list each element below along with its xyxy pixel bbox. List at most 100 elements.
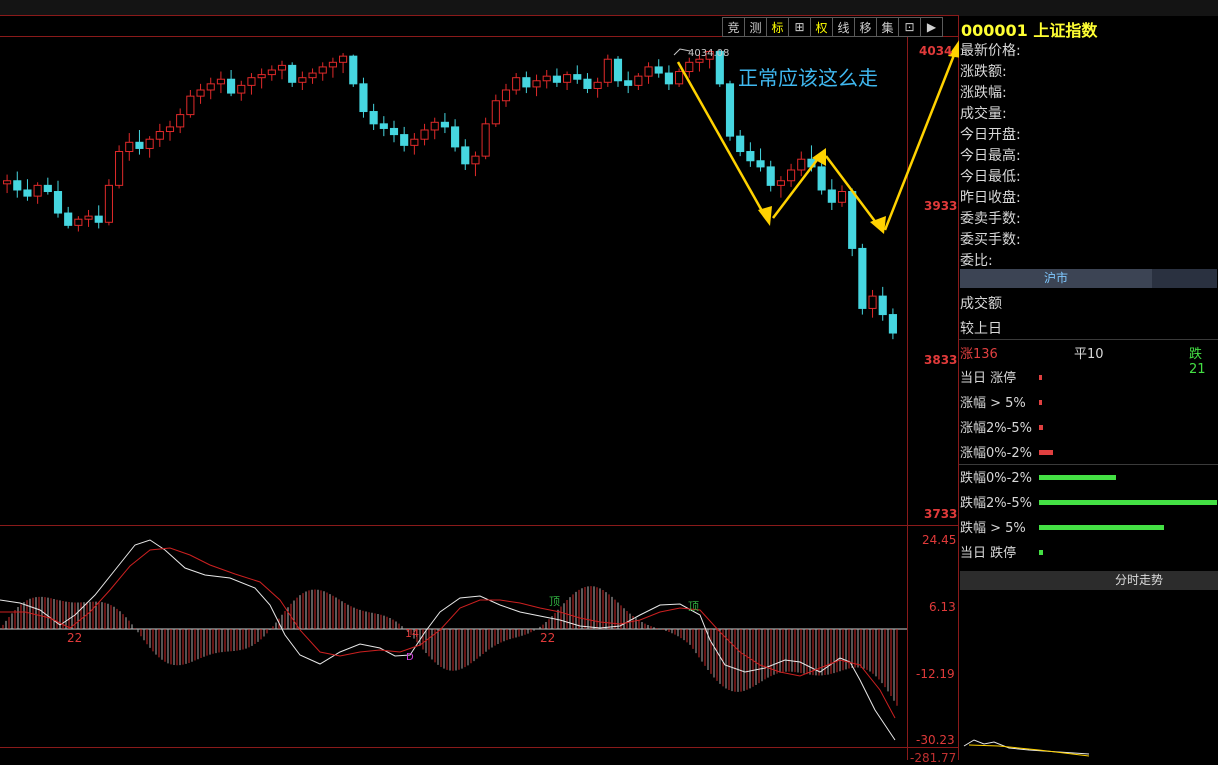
candle-body — [776, 180, 785, 186]
candle-body — [165, 126, 175, 133]
toolbar-button[interactable]: ⊞ — [788, 17, 811, 37]
candle-body — [257, 74, 266, 79]
mini-trend-chart — [963, 739, 1090, 757]
distribution-label: 跌幅2%-5% — [960, 496, 1032, 511]
quote-field-label: 委比: — [960, 253, 993, 269]
candle-body — [318, 66, 327, 74]
candlestick-series — [3, 50, 897, 340]
candle-body — [176, 114, 185, 128]
toolbar-button[interactable]: 标 — [766, 17, 789, 37]
high-price-label: 4034.08 — [688, 48, 730, 59]
candle-body — [827, 189, 836, 203]
candle-body — [369, 111, 378, 125]
candle-body — [736, 135, 745, 153]
candle-body — [328, 61, 337, 68]
candle-body — [725, 83, 735, 137]
distribution-label: 涨幅 > 5% — [960, 396, 1026, 411]
market-tab-bar[interactable]: 沪市 — [960, 269, 1217, 288]
candle-body — [267, 69, 276, 76]
candle-body — [868, 295, 877, 309]
candle-body — [135, 141, 144, 149]
quote-field-label: 成交量: — [960, 106, 1007, 122]
quote-field-label: 涨跌幅: — [960, 85, 1007, 101]
candle-body — [654, 66, 663, 74]
flat-count: 平10 — [1074, 347, 1104, 362]
candle-body — [491, 100, 500, 125]
indicator-axis-label: -30.23 — [916, 733, 955, 747]
chart-toolbar: 竞测标 ⊞ 权线移集 ⊡ ▶ — [722, 17, 943, 37]
turnover-label: 成交额 — [960, 296, 1002, 312]
candle-body — [410, 138, 419, 146]
candle-body — [593, 81, 602, 89]
quote-field-label: 委买手数: — [960, 232, 1021, 248]
kline-chart: 22 14 22 D 顶 顶 — [0, 15, 959, 760]
quote-field-label: 今日最低: — [960, 169, 1021, 185]
toolbar-button[interactable]: 集 — [876, 17, 899, 37]
candle-body — [552, 75, 561, 83]
candle-body — [695, 58, 704, 63]
candle-body — [216, 78, 225, 85]
candle-body — [277, 64, 287, 71]
quote-field-label: 最新价格: — [960, 43, 1021, 59]
toolbar-button[interactable]: 权 — [810, 17, 833, 37]
price-axis-label: 4034 — [919, 44, 953, 58]
toolbar-button[interactable]: 测 — [744, 17, 767, 37]
stock-name: 上证指数 — [1033, 21, 1098, 40]
candle-body — [817, 166, 826, 191]
up-count: 涨136 — [960, 347, 998, 362]
candle-body — [104, 184, 113, 223]
indicator-axis-label: -281.77 — [910, 751, 957, 765]
candle-body — [756, 160, 765, 168]
candle-body — [53, 191, 63, 214]
candle-body — [858, 247, 867, 309]
candle-body — [247, 77, 256, 86]
indicator-axis-label: 24.45 — [922, 533, 957, 547]
candle-body — [186, 95, 195, 116]
candle-body — [746, 151, 755, 162]
candle-body — [13, 180, 22, 191]
distribution-label: 当日 跌停 — [960, 546, 1017, 561]
toolbar-button[interactable]: ⊡ — [898, 17, 921, 37]
macd-marker: 顶 — [688, 600, 699, 613]
distribution-label: 跌幅0%-2% — [960, 471, 1032, 486]
candle-body — [501, 89, 511, 102]
candle-body — [359, 83, 368, 113]
annotation-text: 正常应该这么走 — [738, 66, 878, 90]
distribution-bar — [1039, 450, 1053, 455]
candle-body — [888, 314, 897, 334]
toolbar-button[interactable]: 线 — [832, 17, 855, 37]
distribution-label: 涨幅0%-2% — [960, 446, 1032, 461]
distribution-bar — [1039, 400, 1042, 405]
stock-title[interactable]: 000001 上证指数 — [961, 17, 1097, 41]
candle-body — [644, 66, 653, 77]
candle-body — [440, 121, 449, 128]
quote-field-label: 昨日收盘: — [960, 190, 1021, 206]
quote-field-label: 涨跌额: — [960, 64, 1007, 80]
macd-marker: 22 — [540, 631, 555, 645]
candle-body — [155, 131, 164, 140]
candle-body — [94, 215, 103, 223]
indicator-axis-label: -12.19 — [916, 667, 955, 681]
candle-body — [64, 212, 73, 226]
price-axis-label: 3933 — [924, 199, 958, 213]
candle-body — [237, 84, 246, 94]
price-axis-label: 3733 — [924, 507, 958, 521]
market-tab[interactable]: 沪市 — [960, 269, 1152, 288]
distribution-bar — [1039, 475, 1116, 480]
indicator-axis-label: 6.13 — [929, 600, 956, 614]
price-axis-label: 3833 — [924, 353, 958, 367]
macd-histogram — [2, 586, 898, 706]
toolbar-button[interactable]: 移 — [854, 17, 877, 37]
toolbar-button[interactable]: ▶ — [920, 17, 943, 37]
stock-code: 000001 — [961, 21, 1028, 40]
candle-body — [573, 74, 582, 80]
candle-body — [613, 58, 623, 82]
macd-marker: 顶 — [549, 595, 560, 608]
candle-body — [33, 184, 42, 197]
candle-body — [23, 189, 32, 197]
toolbar-button[interactable]: 竞 — [722, 17, 745, 37]
distribution-bar — [1039, 425, 1043, 430]
fenshi-tab[interactable]: 分时走势 — [960, 571, 1218, 590]
macd-marker: 14 — [405, 627, 419, 640]
candle-body — [603, 58, 612, 83]
